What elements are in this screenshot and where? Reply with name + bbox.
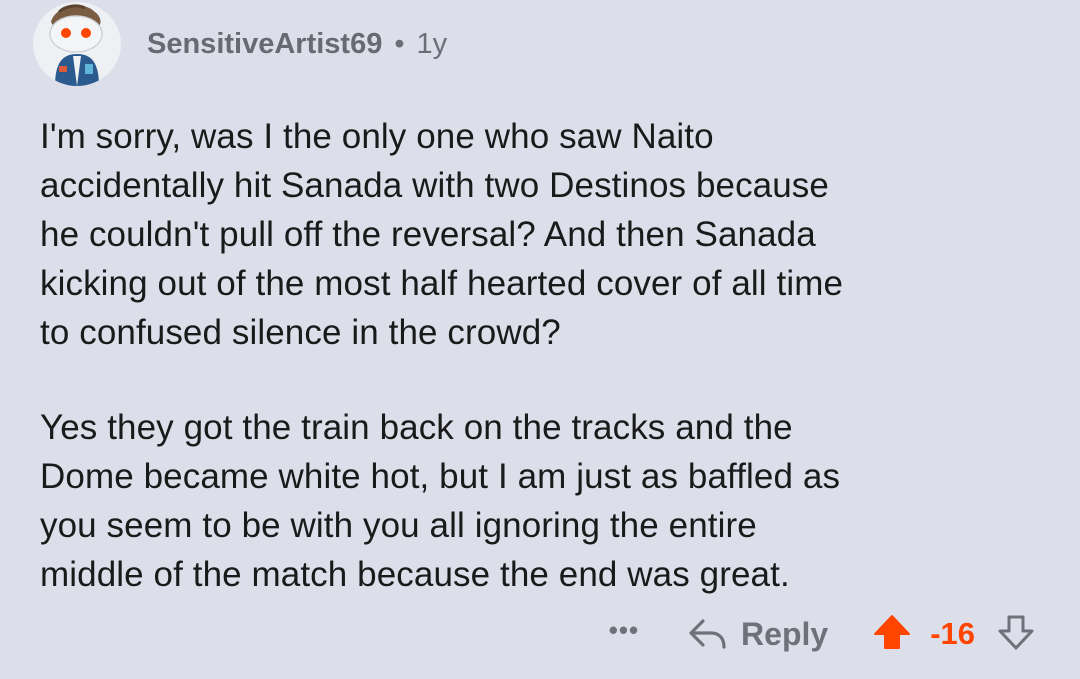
comment-meta: SensitiveArtist69 • 1y bbox=[147, 2, 447, 86]
comment-paragraph-1: I'm sorry, was I the only one who saw Na… bbox=[40, 117, 844, 352]
comment-paragraph-2: Yes they got the train back on the track… bbox=[40, 408, 841, 594]
comment-card: SensitiveArtist69 • 1y I'm sorry, was I … bbox=[0, 0, 1080, 679]
snoo-avatar-icon bbox=[35, 2, 119, 86]
downvote-button[interactable] bbox=[997, 613, 1035, 656]
reply-arrow-icon bbox=[689, 619, 726, 649]
upvote-arrow-icon bbox=[874, 614, 911, 649]
reply-label: Reply bbox=[741, 615, 829, 652]
downvote-arrow-icon bbox=[998, 615, 1034, 649]
upvote-button[interactable] bbox=[872, 613, 912, 656]
vote-score: -16 bbox=[930, 616, 975, 651]
meta-separator: • bbox=[394, 27, 405, 60]
more-options-button[interactable]: ••• bbox=[609, 617, 639, 643]
comment-header: SensitiveArtist69 • 1y bbox=[33, 2, 447, 86]
avatar[interactable] bbox=[33, 2, 121, 86]
vote-controls: -16 bbox=[872, 613, 1035, 656]
username[interactable]: SensitiveArtist69 bbox=[147, 28, 382, 61]
reply-button[interactable]: Reply bbox=[687, 616, 828, 653]
comment-body: I'm sorry, was I the only one who saw Na… bbox=[40, 112, 1050, 599]
comment-age: 1y bbox=[416, 27, 448, 60]
comment-actions: ••• Reply -16 bbox=[609, 609, 1035, 659]
